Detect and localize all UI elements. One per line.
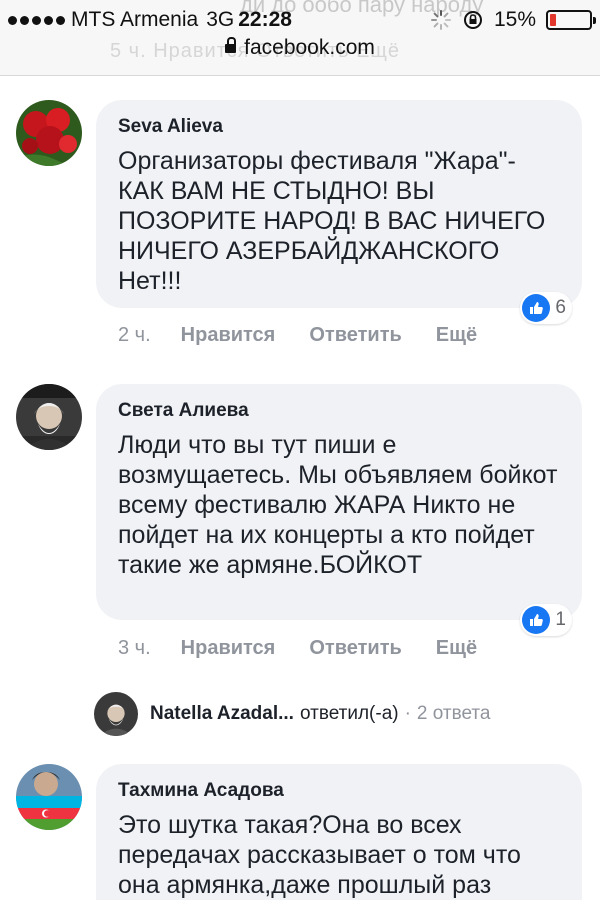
address-bar[interactable]: facebook.com (0, 36, 600, 60)
comment-text: Люди что вы тут пиши е возмущаетесь. Мы … (118, 431, 558, 579)
reply-verb: ответил(-а) (299, 703, 399, 724)
reply-button[interactable]: Ответить (309, 324, 401, 347)
signal-strength-icon (8, 15, 65, 25)
comment-bubble: Света Алиева Люди что вы тут пиши е возм… (96, 384, 582, 636)
reaction-summary[interactable]: 6 (520, 292, 572, 324)
comment-time[interactable]: 2 ч. (118, 324, 151, 347)
battery-icon (546, 10, 596, 30)
like-thumb-icon (522, 606, 551, 634)
lock-icon (225, 37, 237, 53)
comment-bubble: Тахмина Асадова Это шутка такая?Она во в… (96, 764, 582, 900)
comment-time[interactable]: 3 ч. (118, 637, 151, 660)
more-button[interactable]: Ещё (436, 637, 477, 660)
status-bar: MTS Armenia 3G 22:28 15% (8, 6, 596, 34)
url-text: facebook.com (244, 36, 375, 59)
more-button[interactable]: Ещё (436, 324, 477, 347)
network-type: 3G (206, 8, 235, 31)
like-count: 6 (555, 297, 566, 318)
comment-author[interactable]: Света Алиева (118, 400, 562, 422)
azerbaijan-flag-avatar-icon (16, 764, 82, 830)
browser-top-bar: ди до ообо пару народу 5 ч. Нравится Отв… (0, 0, 600, 76)
like-thumb-icon (522, 294, 551, 322)
avatar-sveta-alieva[interactable] (16, 384, 82, 450)
reaction-summary[interactable]: 1 (520, 604, 572, 636)
comment-actions: 3 ч. Нравится Ответить Ещё (118, 637, 477, 660)
reply-separator: · (404, 703, 411, 724)
like-button[interactable]: Нравится (181, 324, 276, 347)
reply-author: Natella Azadal... (150, 703, 294, 724)
elder-portrait-avatar-icon (16, 384, 82, 450)
avatar-tahmina-asadova[interactable] (16, 764, 82, 830)
battery-percent: 15% (493, 8, 536, 31)
comment-text: Организаторы фестиваля "Жара"- КАК ВАМ Н… (118, 147, 546, 295)
rotation-lock-icon (463, 11, 482, 29)
comment-author[interactable]: Тахмина Асадова (118, 780, 562, 802)
status-time: 22:28 (238, 8, 292, 31)
comment-text: Это шутка такая?Она во всех передачах ра… (118, 811, 521, 899)
red-roses-avatar-icon (16, 100, 82, 166)
loading-spinner-icon (430, 10, 451, 30)
reply-count: 2 ответа (416, 703, 491, 724)
avatar-seva-alieva[interactable] (16, 100, 82, 166)
view-replies-link[interactable]: Natella Azadal... ответил(-а) · 2 ответа (94, 690, 574, 738)
like-button[interactable]: Нравится (181, 637, 276, 660)
elder-portrait-avatar-icon (94, 692, 138, 736)
reply-button[interactable]: Ответить (309, 637, 401, 660)
battery-level-fill (550, 14, 556, 26)
comment-bubble: Seva Alieva Организаторы фестиваля "Жара… (96, 100, 582, 324)
carrier-name: MTS Armenia (71, 8, 199, 31)
comment-author[interactable]: Seva Alieva (118, 116, 562, 138)
reply-avatar (94, 692, 138, 736)
comment-actions: 2 ч. Нравится Ответить Ещё (118, 324, 477, 347)
like-count: 1 (555, 609, 566, 630)
